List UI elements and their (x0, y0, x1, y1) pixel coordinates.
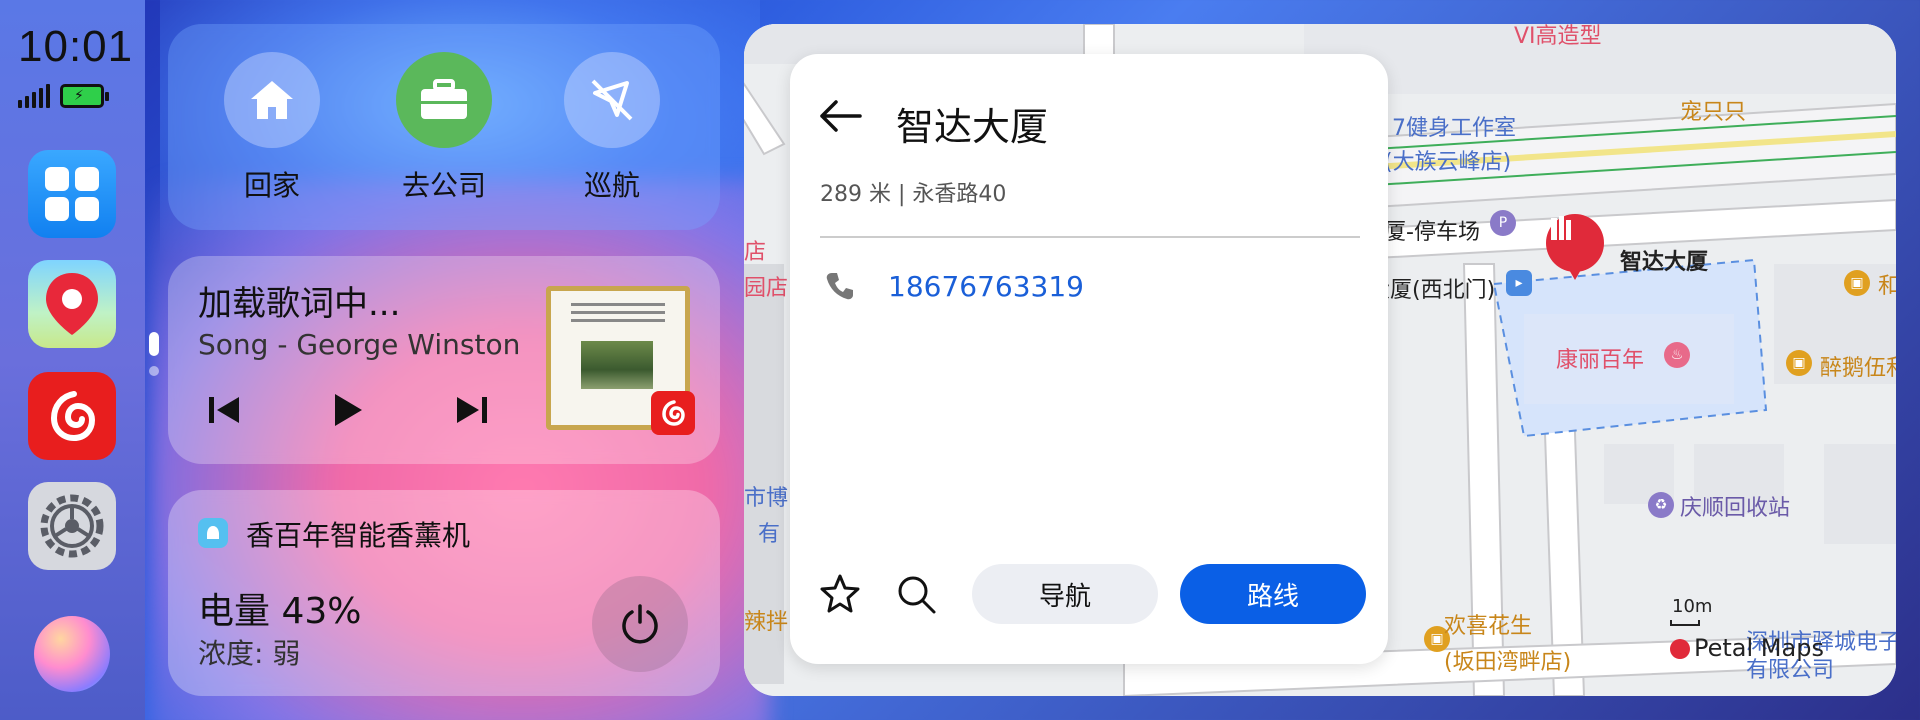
map-poi-left-4: 有 (758, 522, 781, 547)
device-name: 香百年智能香薰机 (246, 519, 471, 552)
map-poi-he: 和 (1878, 274, 1896, 299)
status-row: ⚡ (18, 82, 109, 108)
map-poi-left-5: 辣拌 (744, 610, 789, 635)
go-work-button[interactable]: 去公司 (384, 52, 504, 204)
phone-icon (824, 270, 856, 302)
shop-icon: ▣ (1786, 350, 1812, 376)
grid-icon (45, 167, 99, 221)
song-artist: Song - George Winston (198, 328, 521, 361)
building-icon (1551, 216, 1571, 240)
map-selected-building-label[interactable]: 智达大厦 (1620, 244, 1708, 276)
cruise-label: 巡航 (583, 169, 640, 202)
petal-maps-logo: Petal Maps (1670, 634, 1824, 662)
song-title: 加载歌词中... (198, 284, 401, 324)
star-icon (820, 574, 860, 613)
shop-icon-2: ▣ (1844, 270, 1870, 296)
aroma-device-card[interactable]: 香百年智能香薰机 电量 43% 浓度: 弱 (168, 490, 720, 696)
route-button[interactable]: 路线 (1180, 564, 1366, 624)
map-poi-huanxi[interactable]: 欢喜花生 (1444, 608, 1532, 640)
album-art[interactable] (546, 286, 695, 435)
music-app-button[interactable] (28, 372, 116, 460)
map-poi-fitness-branch: (大族云峰店) (1384, 150, 1512, 175)
search-nearby-button[interactable] (894, 572, 938, 616)
place-detail-panel: 智达大厦 289 米 | 永香路40 18676763319 导航 路线 (790, 54, 1388, 664)
map-scale-bar (1670, 620, 1700, 626)
side-dock: 10:01 ⚡ (0, 0, 145, 720)
page-dot-active (149, 332, 159, 356)
recycle-icon: ♻ (1648, 492, 1674, 518)
album-cover-photo (581, 341, 653, 389)
device-density: 浓度: 弱 (198, 637, 301, 670)
play-button[interactable] (322, 384, 374, 436)
battery-charging-icon: ⚡ (60, 84, 109, 108)
search-icon (898, 576, 936, 614)
next-track-button[interactable] (446, 384, 498, 436)
back-arrow-icon (820, 100, 862, 132)
map-poi-left-3: 市博 (744, 486, 789, 511)
map-scale-label: 10m (1672, 596, 1713, 617)
device-battery: 电量 43% (198, 591, 362, 632)
place-distance-address: 289 米 | 永香路40 (820, 182, 1007, 207)
skip-next-icon (457, 397, 487, 423)
signal-icon (18, 82, 50, 108)
petal-maps-brand: Petal Maps (1694, 634, 1824, 662)
place-phone-link[interactable]: 18676763319 (888, 270, 1084, 303)
selected-place-pin[interactable] (1546, 214, 1604, 280)
go-work-label: 去公司 (401, 169, 486, 202)
album-cover-text-lines (571, 303, 665, 327)
page-dot (149, 366, 159, 376)
music-icon (50, 391, 96, 442)
map-poi-kangli[interactable]: 康丽百年 (1556, 342, 1644, 374)
petal-maps-app-button[interactable] (28, 260, 116, 348)
status-clock: 10:01 (18, 22, 134, 71)
map-poi-left-2: 园店 (744, 276, 789, 301)
map-poi-recycle[interactable]: 庆顺回收站 (1680, 490, 1790, 522)
music-app-badge-icon (651, 391, 695, 435)
map-poi-left-1: 店 (744, 240, 767, 265)
assistant-orb-icon[interactable] (34, 616, 110, 692)
map-poi-pet[interactable]: 宠只只 (1680, 94, 1746, 126)
parking-icon: P (1490, 210, 1516, 236)
map-pin-icon (46, 273, 98, 335)
briefcase-icon-circle (396, 52, 492, 148)
navigate-button[interactable]: 导航 (972, 564, 1158, 624)
place-title: 智达大厦 (896, 105, 1049, 149)
play-icon (335, 394, 362, 426)
app-launcher-button[interactable] (28, 150, 116, 238)
quick-actions-card: 回家 去公司 巡航 (168, 24, 720, 230)
home-icon (251, 81, 293, 119)
device-power-button[interactable] (592, 576, 688, 672)
gear-icon (40, 494, 104, 558)
go-home-label: 回家 (243, 169, 300, 202)
map-poi-huanxi-branch: (坂田湾畔店) (1444, 650, 1572, 675)
restaurant-icon: ♨ (1664, 342, 1690, 368)
diffuser-icon (198, 518, 228, 548)
cruise-button[interactable]: 巡航 (552, 52, 672, 204)
map-poi-zuie[interactable]: 醉鹅伍和 (1820, 350, 1896, 382)
settings-app-button[interactable] (28, 482, 116, 570)
gate-icon: ▸ (1506, 270, 1532, 296)
cruise-icon-circle (564, 52, 660, 148)
previous-track-button[interactable] (198, 384, 250, 436)
map-poi-top[interactable]: VI高造型 (1514, 24, 1602, 50)
divider (820, 236, 1360, 238)
home-icon-circle (224, 52, 320, 148)
map-poi-fitness[interactable]: 7健身工作室 (1392, 110, 1516, 142)
briefcase-icon (421, 79, 467, 119)
cruise-off-icon (591, 79, 633, 121)
go-home-button[interactable]: 回家 (212, 52, 332, 204)
favorite-button[interactable] (818, 572, 862, 616)
map-poi-parking[interactable]: 厦-停车场 (1384, 214, 1480, 246)
page-indicator (149, 332, 161, 376)
back-button[interactable] (818, 98, 864, 134)
power-icon (622, 604, 658, 644)
music-card[interactable]: 加载歌词中... Song - George Winston (168, 256, 720, 464)
skip-previous-icon (209, 397, 239, 423)
